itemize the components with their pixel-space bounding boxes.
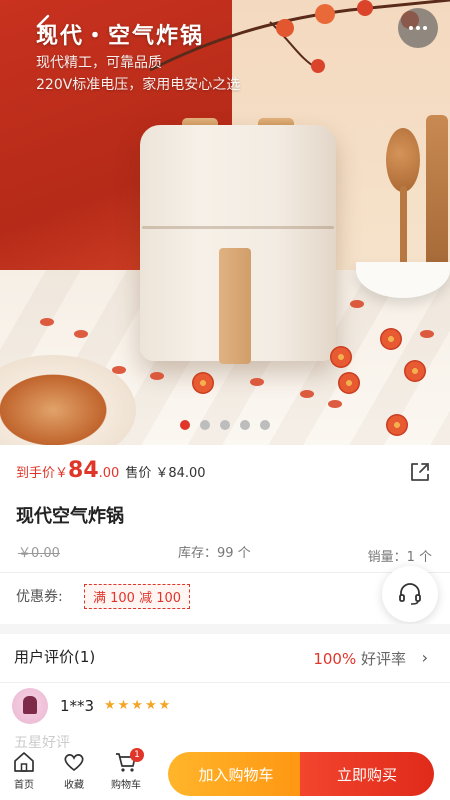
reviewer-name: 1**3: [60, 697, 95, 715]
petal: [420, 330, 434, 338]
petal: [74, 330, 88, 338]
carousel-dot[interactable]: [200, 420, 210, 430]
nav-cart-label: 购物车: [111, 780, 141, 791]
positive-rate-label: 好评率: [356, 650, 406, 668]
carousel-dot[interactable]: [260, 420, 270, 430]
sales-count: 销量：1 个: [367, 550, 432, 565]
positive-rate-value: 100%: [313, 650, 357, 668]
sale-price-label: 售价: [125, 466, 152, 481]
star-rating: ★★★★★: [104, 698, 173, 713]
product-title: 现代空气炸锅: [16, 506, 124, 527]
product-meta-row: ￥0.00 库存：99 个 销量：1 个: [0, 540, 450, 570]
nav-cart[interactable]: 1 购物车: [104, 748, 148, 796]
hero-subtitle-1: 现代精工，可靠品质: [36, 55, 162, 71]
hero-title: 现代・空气炸锅: [36, 24, 205, 49]
nav-favorite-label: 收藏: [64, 780, 84, 791]
product-image-carousel[interactable]: 现代・空气炸锅 现代精工，可靠品质 220V标准电压，家用电安心之选: [0, 0, 450, 445]
reviews-title: 用户评价(1): [14, 648, 96, 666]
fryer-handle: [219, 248, 251, 364]
share-button[interactable]: [408, 460, 434, 486]
sale-price-value: ￥84.00: [155, 466, 206, 481]
carousel-indicators: [180, 420, 270, 430]
stock-count: 库存：99 个: [178, 546, 251, 561]
more-button[interactable]: [398, 8, 438, 48]
hand-price-integer: 84: [68, 458, 99, 483]
carousel-dot[interactable]: [220, 420, 230, 430]
section-gap: [0, 624, 450, 634]
buy-now-button[interactable]: 立即购买: [300, 752, 434, 796]
petal: [350, 300, 364, 308]
add-to-cart-button[interactable]: 加入购物车: [168, 752, 304, 796]
flower: [192, 372, 214, 394]
wooden-spatula: [426, 115, 448, 265]
nav-home[interactable]: 首页: [2, 750, 46, 796]
customer-service-button[interactable]: [382, 566, 438, 622]
home-icon: [14, 752, 34, 772]
hand-price-decimal: .00: [98, 466, 120, 481]
petal: [250, 378, 264, 386]
flower: [338, 372, 360, 394]
wooden-spoon: [386, 128, 420, 270]
currency-symbol: ￥: [55, 466, 69, 481]
petal: [112, 366, 126, 374]
heart-icon: [64, 754, 84, 772]
share-icon: [411, 463, 429, 481]
divider: [0, 572, 450, 573]
reviews-header[interactable]: 用户评价(1) 100% 好评率 ›: [0, 636, 450, 680]
positive-rate: 100% 好评率: [313, 648, 406, 669]
hero-subtitle-2: 220V标准电压，家用电安心之选: [36, 77, 241, 93]
nav-favorite[interactable]: 收藏: [52, 750, 96, 796]
petal: [40, 318, 54, 326]
bottom-action-bar: 首页 收藏 1 购物车 加入购物车 立即购买: [0, 748, 450, 800]
coupon-label: 优惠券:: [16, 589, 63, 605]
review-item: 1**3 ★★★★★: [12, 688, 442, 728]
back-button[interactable]: [28, 10, 58, 40]
hand-price-label: 到手价: [16, 466, 56, 481]
carousel-dot[interactable]: [240, 420, 250, 430]
original-price: ￥0.00: [18, 546, 60, 561]
more-dots-icon: [409, 26, 413, 30]
headset-icon: [399, 583, 421, 605]
coupon-tag[interactable]: 满 100 减 100: [84, 584, 191, 609]
cart-badge: 1: [130, 748, 144, 762]
petal: [328, 400, 342, 408]
flower: [404, 360, 426, 382]
chevron-left-icon: [37, 14, 50, 36]
price-row: 到手价 ￥ 84 .00 售价 ￥84.00: [16, 458, 206, 483]
flower: [380, 328, 402, 350]
petal: [150, 372, 164, 380]
petal: [300, 390, 314, 398]
carousel-dot[interactable]: [180, 420, 190, 430]
flower: [330, 346, 352, 368]
fryer-basket-seam: [142, 226, 334, 229]
nav-home-label: 首页: [14, 780, 34, 791]
chevron-right-icon: ›: [421, 648, 428, 667]
avatar: [12, 688, 48, 724]
flower: [386, 414, 408, 436]
divider: [0, 682, 450, 683]
